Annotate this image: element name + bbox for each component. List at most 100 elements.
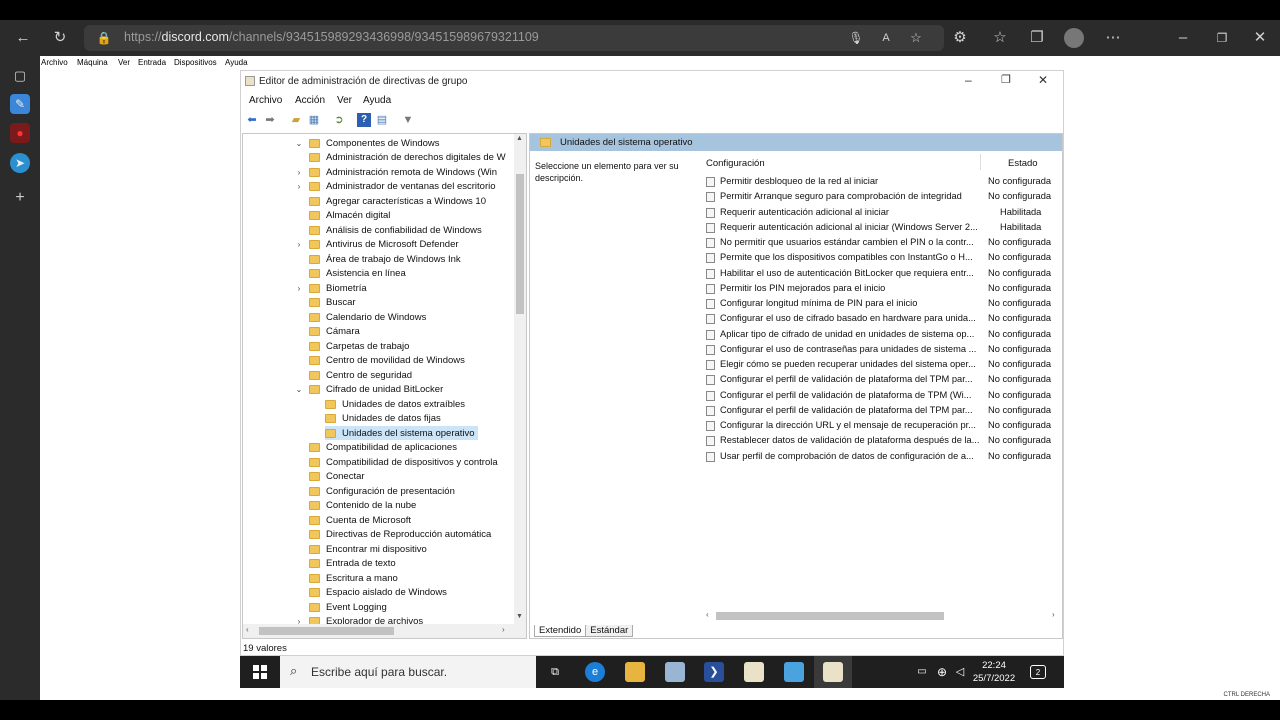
expand-arrow-icon[interactable]: ⌄ (294, 139, 304, 148)
tree-node[interactable]: Área de trabajo de Windows Ink (309, 252, 461, 266)
policy-row[interactable]: No permitir que usuarios estándar cambie… (704, 236, 1060, 250)
vm-menu-ver[interactable]: Ver (118, 58, 130, 67)
windows-start-icon[interactable] (253, 665, 267, 679)
policy-row[interactable]: Usar perfil de comprobación de datos de … (704, 450, 1060, 464)
tree-node[interactable]: Conectar (309, 470, 365, 484)
tree-node[interactable]: Agregar características a Windows 10 (309, 194, 486, 208)
menu-ayuda[interactable]: Ayuda (363, 95, 391, 106)
tree-node[interactable]: ⌄ Componentes de Windows (296, 136, 440, 150)
extensions-icon[interactable]: ⚙ (950, 28, 970, 48)
notification-icon[interactable]: 2 (1030, 665, 1046, 679)
tab-extendido[interactable]: Extendido (534, 625, 587, 637)
edit-app-icon[interactable]: ✎ (10, 94, 30, 114)
edge-icon[interactable]: e (585, 662, 605, 682)
policy-row[interactable]: Configurar el perfil de validación de pl… (704, 404, 1060, 418)
vm-menu-archivo[interactable]: Archivo (41, 58, 68, 67)
tree-horizontal-scrollbar[interactable]: ‹ › (243, 624, 526, 638)
taskbar-search-box[interactable]: ⌕ Escribe aquí para buscar. (280, 656, 536, 688)
favorites-icon[interactable]: ☆ (990, 28, 1010, 48)
mmc-icon[interactable] (784, 662, 804, 682)
tabs-icon[interactable]: ▢ (10, 66, 30, 86)
vm-menu-ayuda[interactable]: Ayuda (225, 58, 248, 67)
lock-icon[interactable]: 🔒 (94, 28, 114, 48)
tree-scroll-thumb[interactable] (516, 174, 524, 314)
up-folder-icon[interactable]: ▰ (289, 113, 303, 127)
tree-node[interactable]: Entrada de texto (309, 557, 396, 571)
details-hscroll-thumb[interactable] (716, 612, 944, 620)
policy-row[interactable]: Configurar el perfil de validación de pl… (704, 389, 1060, 403)
tree-node[interactable]: Espacio aislado de Windows (309, 586, 447, 600)
tree-node[interactable]: Compatibilidad de dispositivos y control… (309, 455, 498, 469)
policy-row[interactable]: Elegir cómo se pueden recuperar unidades… (704, 358, 1060, 372)
record-icon[interactable]: ● (10, 123, 30, 143)
vm-menu-dispositivos[interactable]: Dispositivos (174, 58, 217, 67)
policy-row[interactable]: Permitir desbloqueo de la red al iniciar… (704, 175, 1060, 189)
scroll-up-icon[interactable]: ▲ (516, 135, 523, 142)
tree-node[interactable]: Cámara (309, 325, 360, 339)
collections-icon[interactable]: ❐ (1027, 28, 1047, 48)
policy-row[interactable]: Habilitar el uso de autenticación BitLoc… (704, 267, 1060, 281)
expand-arrow-icon[interactable]: ⌄ (294, 385, 304, 394)
expand-arrow-icon[interactable]: › (294, 240, 304, 249)
forward-arrow-icon[interactable]: ➡ (263, 113, 277, 127)
vm-menu-maquina[interactable]: Máquina (77, 58, 108, 67)
more-options-icon[interactable]: ⋯ (1103, 28, 1123, 48)
scroll-right-icon[interactable]: › (1052, 610, 1055, 619)
vm-menu-entrada[interactable]: Entrada (138, 58, 166, 67)
network-icon[interactable]: ▭ (912, 662, 932, 682)
url-text[interactable]: https://discord.com/channels/93451598929… (124, 30, 539, 44)
tree-node[interactable]: Event Logging (309, 600, 387, 614)
policy-row[interactable]: Configurar la dirección URL y el mensaje… (704, 419, 1060, 433)
tree-node[interactable]: Análisis de confiabilidad de Windows (309, 223, 482, 237)
tree-node[interactable]: › Administrador de ventanas del escritori… (298, 180, 496, 194)
scroll-right-icon[interactable]: › (502, 625, 505, 634)
tree-node[interactable]: Compatibilidad de aplicaciones (309, 441, 457, 455)
back-icon[interactable]: ← (13, 28, 33, 48)
read-aloud-icon[interactable]: A (876, 28, 896, 48)
back-arrow-icon[interactable]: ⬅ (245, 113, 259, 127)
scroll-left-icon[interactable]: ‹ (246, 625, 249, 634)
taskbar-clock[interactable]: 22:24 25/7/2022 (966, 659, 1022, 685)
tree-node[interactable]: › Antivirus de Microsoft Defender (298, 238, 459, 252)
tree-node[interactable]: Asistencia en línea (309, 267, 406, 281)
minimize-icon[interactable]: – (965, 73, 972, 87)
file-explorer-icon[interactable] (625, 662, 645, 682)
server-manager-icon[interactable] (665, 662, 685, 682)
tree-node[interactable]: Centro de movilidad de Windows (309, 354, 465, 368)
expand-arrow-icon[interactable]: › (294, 182, 304, 191)
menu-archivo[interactable]: Archivo (249, 95, 282, 106)
policy-row[interactable]: Configurar el uso de contraseñas para un… (704, 343, 1060, 357)
powershell-icon[interactable]: ❯ (704, 662, 724, 682)
tree-node[interactable]: Calendario de Windows (309, 310, 426, 324)
notepad-icon[interactable] (744, 662, 764, 682)
tree-node[interactable]: Contenido de la nube (309, 499, 416, 513)
policy-row[interactable]: Configurar el perfil de validación de pl… (704, 373, 1060, 387)
tree-node[interactable]: Unidades de datos extraíbles (325, 397, 465, 411)
tree-node[interactable]: Configuración de presentación (309, 484, 455, 498)
microphone-icon[interactable]: 🎙 (846, 28, 866, 48)
policy-row[interactable]: Requerir autenticación adicional al inic… (704, 206, 1060, 220)
language-globe-icon[interactable]: ⊕ (932, 662, 952, 682)
tree-node[interactable]: › Administración remota de Windows (Win (298, 165, 497, 179)
policy-row[interactable]: Requerir autenticación adicional al inic… (704, 221, 1060, 235)
tree-node[interactable]: Almacén digital (309, 209, 390, 223)
restore-icon[interactable]: ❐ (1212, 28, 1232, 48)
properties-icon[interactable]: ▤ (375, 113, 389, 127)
tree-vertical-scrollbar[interactable]: ▲ ▼ (514, 134, 526, 624)
add-favorite-icon[interactable]: ☆ (906, 28, 926, 48)
telegram-icon[interactable]: ➤ (10, 153, 30, 173)
close-icon[interactable]: ✕ (1038, 73, 1048, 87)
tree-node[interactable]: Unidades del sistema operativo (325, 426, 478, 440)
tree-node[interactable]: › Biometría (298, 281, 367, 295)
tree-node[interactable]: Encontrar mi dispositivo (309, 542, 427, 556)
tree-node[interactable]: Cuenta de Microsoft (309, 513, 411, 527)
filter-icon[interactable]: ▼ (401, 113, 415, 127)
minimize-icon[interactable]: – (1173, 28, 1193, 48)
tree-node[interactable]: Administración de derechos digitales de … (309, 151, 506, 165)
details-horizontal-scrollbar[interactable]: ‹ › (704, 610, 1062, 622)
gpedit-taskbar-button[interactable] (814, 656, 852, 688)
expand-arrow-icon[interactable]: › (294, 284, 304, 293)
menu-ver[interactable]: Ver (337, 95, 352, 106)
task-view-icon[interactable]: ⧉ (545, 662, 565, 682)
export-list-icon[interactable]: ➲ (332, 113, 346, 127)
